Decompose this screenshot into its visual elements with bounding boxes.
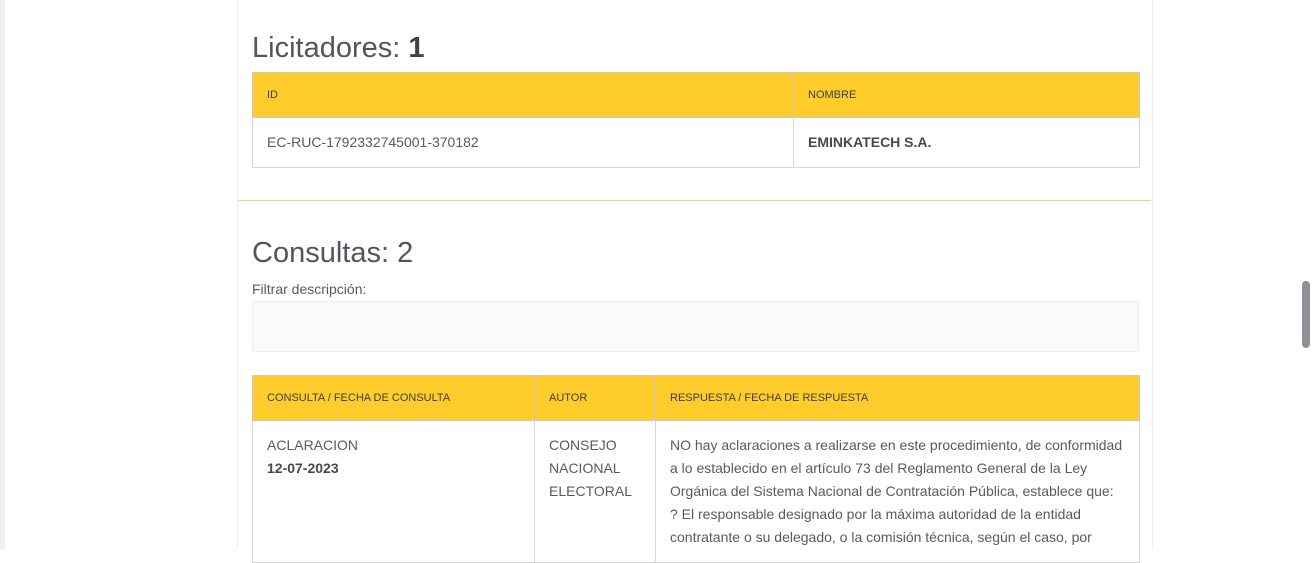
licitadores-title: Licitadores: 1 bbox=[252, 32, 425, 64]
filter-description-input[interactable] bbox=[252, 301, 1139, 352]
licitador-nombre: EMINKATECH S.A. bbox=[793, 117, 1140, 168]
column-header-id[interactable]: ID bbox=[252, 72, 794, 118]
consultas-table: CONSULTA / FECHA DE CONSULTA AUTOR RESPU… bbox=[252, 375, 1140, 563]
column-header-autor[interactable]: AUTOR bbox=[534, 375, 656, 421]
left-edge bbox=[0, 0, 5, 549]
licitadores-table: ID NOMBRE EC-RUC-1792332745001-370182 EM… bbox=[252, 72, 1140, 168]
licitadores-count: 1 bbox=[408, 32, 425, 64]
consulta-fecha: 12-07-2023 bbox=[267, 460, 339, 476]
column-header-nombre[interactable]: NOMBRE bbox=[793, 72, 1140, 118]
column-header-respuesta[interactable]: RESPUESTA / FECHA DE RESPUESTA bbox=[655, 375, 1140, 421]
autor-line: ELECTORAL bbox=[549, 483, 632, 499]
section-divider bbox=[238, 200, 1151, 201]
consulta-cell: ACLARACION 12-07-2023 bbox=[252, 420, 535, 563]
consultas-title: Consultas: 2 bbox=[252, 237, 414, 269]
consulta-text: ACLARACION bbox=[267, 437, 359, 453]
autor-line: NACIONAL bbox=[549, 460, 621, 476]
table-header-row: CONSULTA / FECHA DE CONSULTA AUTOR RESPU… bbox=[252, 375, 1140, 421]
column-header-consulta[interactable]: CONSULTA / FECHA DE CONSULTA bbox=[252, 375, 535, 421]
table-row: EC-RUC-1792332745001-370182 EMINKATECH S… bbox=[252, 117, 1140, 168]
content-card: Licitadores: 1 ID NOMBRE EC-RUC-17923327… bbox=[237, 0, 1153, 563]
respuesta-cell: NO hay aclaraciones a realizarse en este… bbox=[655, 420, 1140, 563]
autor-line: CONSEJO bbox=[549, 437, 617, 453]
autor-cell: CONSEJO NACIONAL ELECTORAL bbox=[534, 420, 656, 563]
licitador-id: EC-RUC-1792332745001-370182 bbox=[252, 117, 794, 168]
filter-label: Filtrar descripción: bbox=[252, 281, 367, 297]
consultas-count: 2 bbox=[397, 237, 414, 269]
table-header-row: ID NOMBRE bbox=[252, 72, 1140, 118]
table-row: ACLARACION 12-07-2023 CONSEJO NACIONAL E… bbox=[252, 420, 1140, 563]
scrollbar-thumb[interactable] bbox=[1302, 281, 1310, 348]
